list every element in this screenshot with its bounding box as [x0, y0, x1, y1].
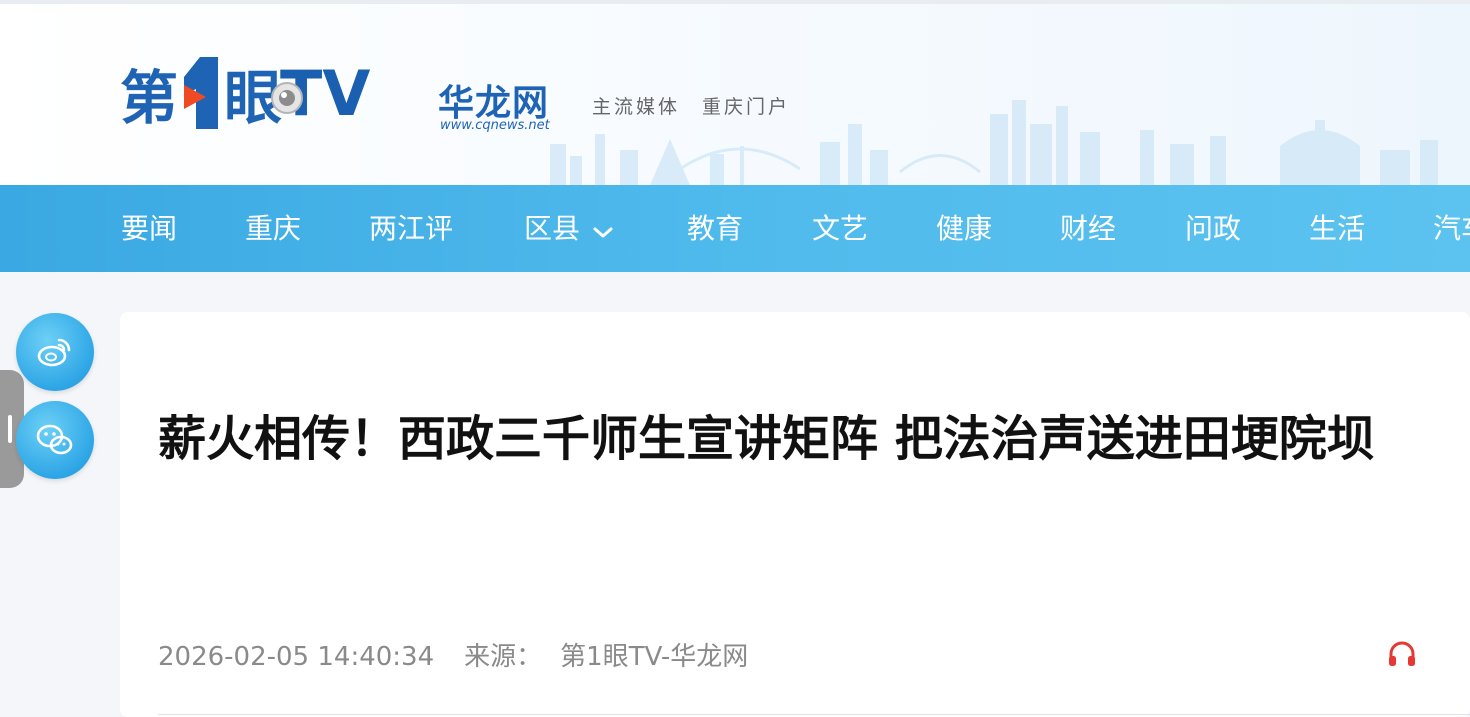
- nav-item-jiaoyu[interactable]: 教育: [687, 185, 743, 272]
- nav-item-quxian-label: 区县: [524, 212, 581, 245]
- site-url: www.cqnews.net: [440, 118, 550, 133]
- wechat-icon: [36, 424, 73, 455]
- slogan-right: 重庆门户: [702, 96, 791, 118]
- publish-datetime: 2026-02-05 14:40:34: [158, 642, 435, 672]
- main-nav: 要闻 重庆 两江评 区县 教育 文艺 健康 财经 问政 生活 汽车: [0, 185, 1470, 272]
- nav-item-wenyi[interactable]: 文艺: [812, 185, 868, 272]
- nav-item-yaowen[interactable]: 要闻: [121, 185, 177, 272]
- nav-item-chongqing[interactable]: 重庆: [245, 185, 301, 272]
- share-wechat-button[interactable]: [16, 401, 94, 479]
- handle-grip: [8, 415, 12, 443]
- article-title: 薪火相传！西政三千师生宣讲矩阵 把法治声送进田埂院坝: [158, 411, 1375, 467]
- site-header: 第 眼 TV 华龙网 www.cqnews.net 主流媒体 重庆门户: [0, 4, 1470, 185]
- nav-item-shenghuo[interactable]: 生活: [1309, 185, 1365, 272]
- nav-item-quxian[interactable]: 区县: [524, 185, 614, 272]
- nav-item-qiche[interactable]: 汽车: [1433, 185, 1470, 272]
- nav-item-caijing[interactable]: 财经: [1060, 185, 1116, 272]
- nav-item-wenzheng[interactable]: 问政: [1185, 185, 1241, 272]
- nav-item-jiankang[interactable]: 健康: [936, 185, 992, 272]
- logo-number-badge: [178, 55, 222, 131]
- share-weibo-button[interactable]: [16, 313, 94, 391]
- article-source: 第1眼TV-华龙网: [560, 642, 749, 672]
- chevron-down-icon: [592, 187, 614, 274]
- logo-lens-icon: [271, 82, 303, 114]
- source-label: 来源：: [464, 642, 543, 672]
- meta-divider: [158, 714, 1470, 715]
- headphone-icon[interactable]: [1386, 638, 1418, 670]
- slogan-left: 主流媒体: [592, 96, 681, 118]
- weibo-icon: [37, 338, 71, 367]
- nav-item-liangjiangping[interactable]: 两江评: [369, 185, 453, 272]
- site-slogan: 主流媒体 重庆门户: [592, 92, 812, 119]
- first-eye-tv-logo: 第 眼 TV: [120, 55, 371, 133]
- article-meta: 2026-02-05 14:40:34 来源： 第1眼TV-华龙网: [158, 636, 748, 673]
